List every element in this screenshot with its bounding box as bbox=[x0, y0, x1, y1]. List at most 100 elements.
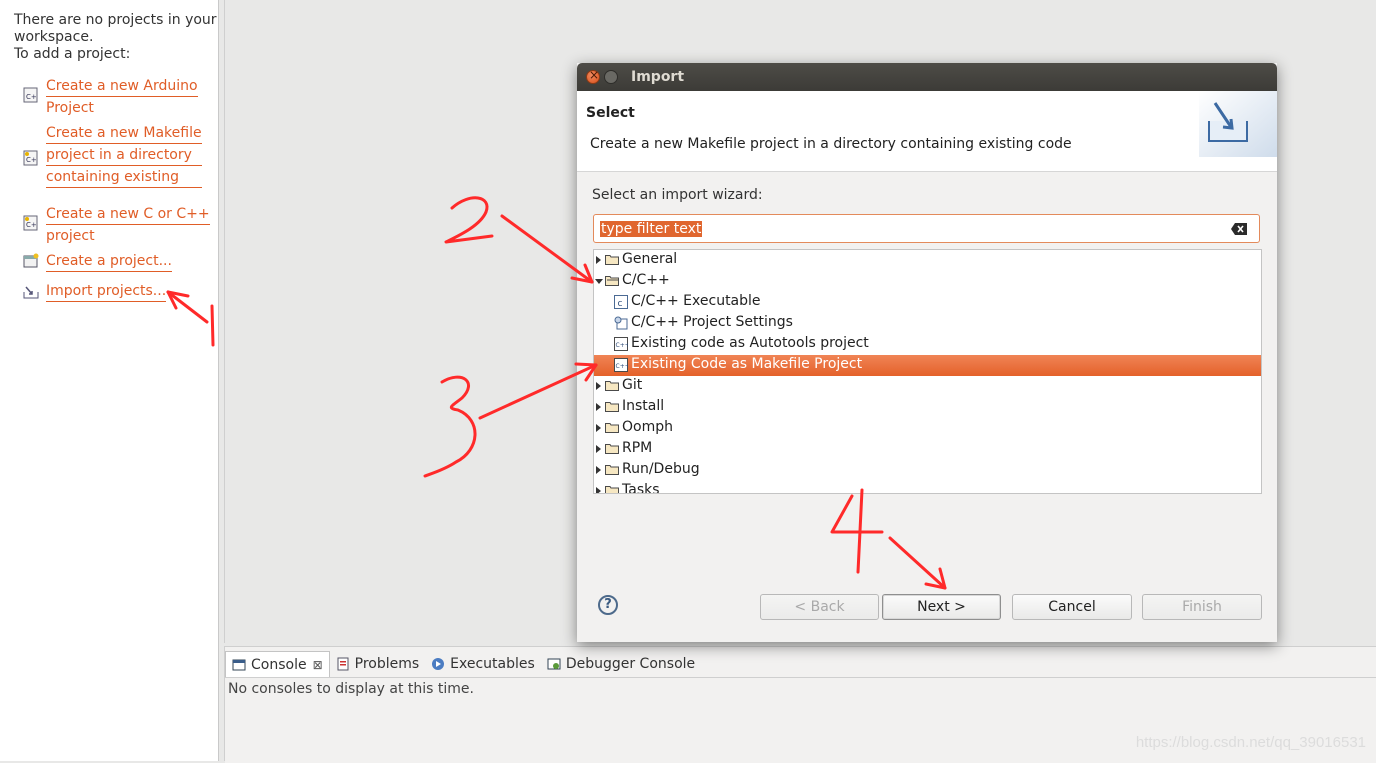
link-text[interactable]: Create a new Arduino bbox=[46, 75, 198, 97]
link-text[interactable]: project in a directory bbox=[46, 144, 202, 166]
problems-icon bbox=[337, 657, 349, 671]
cancel-button[interactable]: Cancel bbox=[1012, 594, 1132, 620]
tree-item-general[interactable]: General bbox=[594, 250, 1261, 271]
svg-text:C++: C++ bbox=[616, 342, 629, 349]
close-icon[interactable]: ⊠ bbox=[313, 658, 323, 672]
executables-icon bbox=[432, 658, 445, 670]
tree-label: Existing Code as Makefile Project bbox=[631, 356, 863, 372]
tab-debugger-console[interactable]: Debugger Console bbox=[541, 651, 701, 677]
tree-item-rpm[interactable]: RPM bbox=[594, 439, 1261, 460]
import-banner-icon bbox=[1199, 91, 1277, 157]
tree-item-cpp-project-settings[interactable]: C/C++ Project Settings bbox=[594, 313, 1261, 334]
dialog-titlebar[interactable]: Import bbox=[577, 63, 1277, 91]
expand-arrow-icon[interactable] bbox=[596, 382, 601, 390]
window-close-button[interactable] bbox=[586, 68, 600, 84]
open-folder-icon bbox=[605, 276, 619, 286]
wizard-tree[interactable]: General C/C++ c C/C++ Executable C/C++ P… bbox=[593, 249, 1262, 494]
tab-console[interactable]: Console ⊠ bbox=[225, 651, 330, 677]
cpp-file-icon: C++ bbox=[614, 358, 628, 372]
wizard-label: Select an import wizard: bbox=[592, 187, 763, 203]
tree-label: C/C++ Executable bbox=[631, 293, 761, 309]
cpp-file-icon: C++ bbox=[614, 337, 628, 351]
folder-icon bbox=[605, 381, 619, 391]
tab-label: Debugger Console bbox=[565, 656, 696, 672]
next-button[interactable]: Next > bbox=[882, 594, 1001, 620]
svg-text:c: c bbox=[618, 299, 623, 309]
expand-arrow-icon[interactable] bbox=[596, 256, 601, 264]
link-text[interactable]: containing existing bbox=[46, 166, 202, 188]
tree-item-autotools-project[interactable]: C++ Existing code as Autotools project bbox=[594, 334, 1261, 355]
console-view: Console ⊠ Problems Executables Debugger … bbox=[224, 646, 1376, 763]
collapse-arrow-icon[interactable] bbox=[595, 279, 603, 284]
tree-label: C/C++ bbox=[622, 272, 670, 288]
tab-problems[interactable]: Problems bbox=[330, 651, 426, 677]
expand-arrow-icon[interactable] bbox=[596, 466, 601, 474]
folder-icon bbox=[605, 444, 619, 454]
svg-text:C++: C++ bbox=[616, 363, 629, 370]
expand-arrow-icon[interactable] bbox=[596, 403, 601, 411]
import-icon bbox=[23, 286, 39, 299]
filter-input[interactable]: type filter text bbox=[593, 214, 1260, 243]
link-text[interactable]: Create a new C or C++ bbox=[46, 203, 210, 225]
cpp-project-icon: C+ bbox=[23, 87, 38, 103]
tree-item-oomph[interactable]: Oomph bbox=[594, 418, 1261, 439]
tree-label: Oomph bbox=[622, 419, 673, 435]
tab-label: Problems bbox=[354, 656, 420, 672]
import-dialog: Import Select Create a new Makefile proj… bbox=[577, 63, 1277, 642]
filter-placeholder: type filter text bbox=[600, 221, 703, 237]
tree-item-run-debug[interactable]: Run/Debug bbox=[594, 460, 1261, 481]
project-explorer: There are no projects in your workspace.… bbox=[0, 0, 219, 761]
message-line: There are no projects in your bbox=[14, 12, 217, 28]
link-text[interactable]: Import projects... bbox=[46, 280, 167, 302]
link-text[interactable]: Create a project... bbox=[46, 250, 172, 272]
back-button[interactable]: < Back bbox=[760, 594, 879, 620]
folder-icon bbox=[605, 402, 619, 412]
tree-label: Existing code as Autotools project bbox=[631, 335, 869, 351]
link-text[interactable]: Create a new Makefile bbox=[46, 122, 202, 144]
help-button[interactable]: ? bbox=[598, 595, 618, 615]
c-project-icon: C+ bbox=[23, 215, 38, 231]
tree-item-install[interactable]: Install bbox=[594, 397, 1261, 418]
tree-item-makefile-project[interactable]: C++ Existing Code as Makefile Project bbox=[594, 355, 1261, 376]
wizard-header: Select Create a new Makefile project in … bbox=[577, 91, 1277, 172]
dialog-title: Import bbox=[631, 69, 685, 85]
tree-label: RPM bbox=[622, 440, 653, 456]
tab-label: Console bbox=[251, 656, 307, 673]
tab-executables[interactable]: Executables bbox=[425, 651, 541, 677]
new-project-icon bbox=[23, 253, 39, 268]
c-file-icon: c bbox=[614, 295, 628, 309]
wizard-page-title: Select bbox=[586, 105, 635, 121]
svg-text:C+: C+ bbox=[26, 156, 37, 164]
tree-label: Install bbox=[622, 398, 665, 414]
settings-icon bbox=[614, 316, 628, 330]
finish-button[interactable]: Finish bbox=[1142, 594, 1262, 620]
message-line: workspace. bbox=[14, 29, 94, 45]
window-minimize-button[interactable] bbox=[604, 70, 618, 84]
watermark: https://blog.csdn.net/qq_39016531 bbox=[1135, 734, 1366, 751]
tree-item-git[interactable]: Git bbox=[594, 376, 1261, 397]
tree-label: General bbox=[622, 251, 678, 267]
console-tab-bar: Console ⊠ Problems Executables Debugger … bbox=[225, 651, 701, 677]
tab-label: Executables bbox=[450, 656, 535, 672]
tree-item-cpp-executable[interactable]: c C/C++ Executable bbox=[594, 292, 1261, 313]
clear-filter-icon[interactable] bbox=[1231, 223, 1247, 235]
link-text[interactable]: project bbox=[46, 225, 210, 247]
tree-label: C/C++ Project Settings bbox=[631, 314, 793, 330]
tree-item-c-cpp[interactable]: C/C++ bbox=[594, 271, 1261, 292]
tree-item-tasks[interactable]: Tasks bbox=[594, 481, 1261, 494]
expand-arrow-icon[interactable] bbox=[596, 487, 601, 493]
svg-text:C+: C+ bbox=[26, 221, 37, 229]
makefile-project-icon: C+ bbox=[23, 150, 38, 166]
wizard-page-description: Create a new Makefile project in a direc… bbox=[590, 136, 1072, 152]
tree-label: Run/Debug bbox=[622, 461, 700, 477]
expand-arrow-icon[interactable] bbox=[596, 424, 601, 432]
folder-icon bbox=[605, 486, 619, 493]
expand-arrow-icon[interactable] bbox=[596, 445, 601, 453]
debugger-console-icon bbox=[547, 658, 561, 670]
tree-label: Git bbox=[622, 377, 643, 393]
tree-label: Tasks bbox=[622, 482, 660, 494]
link-text[interactable]: Project bbox=[46, 97, 198, 119]
console-message: No consoles to display at this time. bbox=[228, 681, 474, 697]
folder-icon bbox=[605, 423, 619, 433]
svg-text:C+: C+ bbox=[26, 93, 37, 101]
